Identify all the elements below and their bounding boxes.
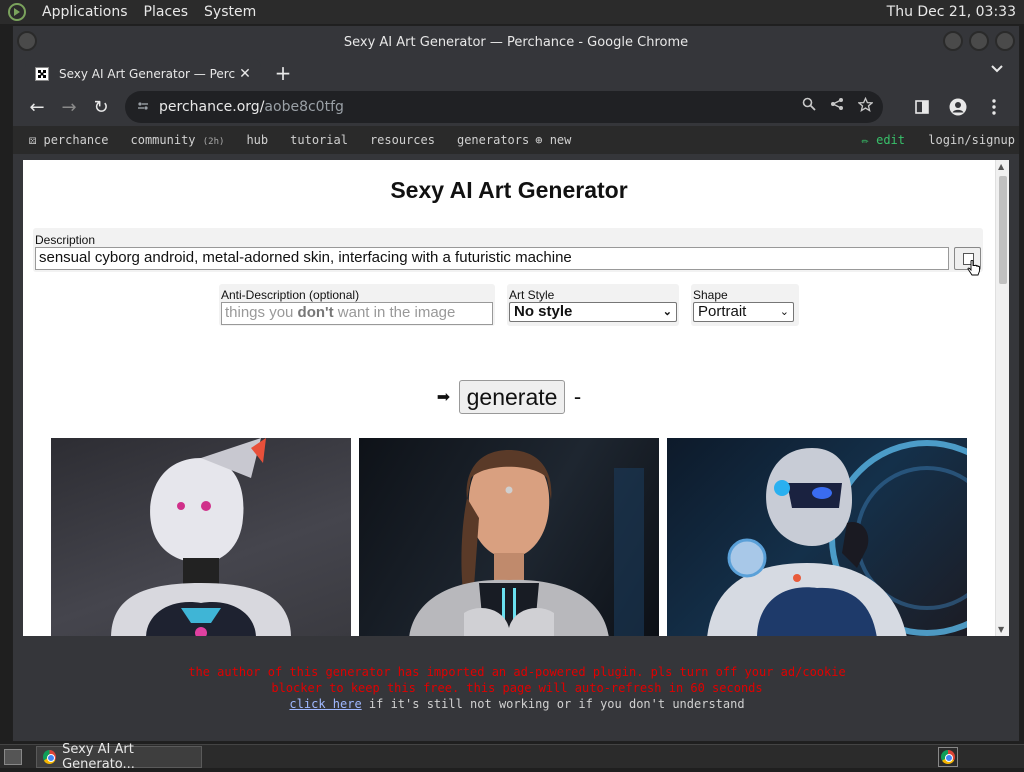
panel-clock[interactable]: Thu Dec 21, 03:33 — [883, 0, 1020, 24]
address-bar[interactable]: perchance.org/aobe8c0tfg — [125, 91, 883, 123]
nav-edit-label: edit — [876, 133, 905, 147]
window-titlebar[interactable]: Sexy AI Art Generator — Perchance - Goog… — [13, 26, 1019, 58]
browser-toolbar: ← → ↻ perchance.org/aobe8c0tfg — [13, 88, 1019, 126]
tab-close-icon[interactable]: ✕ — [235, 66, 255, 82]
minimize-button[interactable] — [943, 31, 963, 51]
generate-dash: - — [573, 384, 582, 409]
ad-warning-line-3: click here if it's still not working or … — [13, 696, 1021, 712]
chrome-icon — [43, 749, 57, 764]
shape-label: Shape — [693, 288, 728, 302]
ad-warning: the author of this generator has importe… — [13, 664, 1021, 712]
anti-description-section: Anti-Description (optional) things you d… — [219, 284, 495, 326]
system-menu[interactable]: System — [196, 4, 264, 20]
select-chevron-icon: ⌄ — [662, 306, 672, 318]
generate-row: ➡ generate - — [23, 380, 995, 414]
scroll-down-icon[interactable]: ▼ — [998, 625, 1004, 634]
community-badge: (2h) — [202, 137, 225, 147]
shape-section: Shape Portrait ⌄ — [691, 284, 799, 326]
nav-community-label: community — [130, 133, 196, 147]
window-title: Sexy AI Art Generator — Perchance - Goog… — [343, 34, 689, 50]
perchance-site-nav: ⚄ perchance community (2h) hub tutorial … — [13, 126, 1019, 154]
anti-placeholder-pre: things you — [225, 304, 298, 321]
tab-strip: Sexy AI Art Generator — Perchance ✕ + — [13, 58, 1019, 88]
description-input[interactable]: sensual cyborg android, metal-adorned sk… — [35, 247, 949, 270]
url-host: perchance.org/ — [159, 99, 265, 115]
top-panel: Applications Places System Thu Dec 21, 0… — [0, 0, 1024, 24]
places-menu[interactable]: Places — [136, 4, 197, 20]
applications-menu[interactable]: Applications — [34, 4, 136, 20]
anti-description-input[interactable]: things you don't want in the image — [221, 302, 493, 325]
art-style-section: Art Style No style ⌄ — [507, 284, 679, 326]
bottom-taskbar: Sexy AI Art Generato... — [0, 742, 1024, 772]
distro-logo-icon[interactable] — [6, 1, 28, 23]
browser-window: Sexy AI Art Generator — Perchance - Goog… — [12, 25, 1020, 742]
close-window-button[interactable] — [995, 31, 1015, 51]
maximize-button[interactable] — [969, 31, 989, 51]
anti-description-label: Anti-Description (optional) — [221, 288, 360, 302]
generate-button[interactable]: generate — [458, 380, 566, 414]
ad-warning-line-1: the author of this generator has importe… — [188, 665, 846, 679]
ad-warning-line-2: blocker to keep this free. this page wil… — [271, 681, 763, 695]
shape-select[interactable]: Portrait ⌄ — [693, 302, 794, 322]
zoom-icon[interactable] — [802, 97, 816, 116]
nav-resources[interactable]: resources — [370, 133, 435, 147]
pencil-icon: ✏ — [861, 133, 869, 147]
nav-home-label: perchance — [43, 133, 109, 147]
taskbar-chrome-task[interactable]: Sexy AI Art Generato... — [36, 742, 202, 772]
taskbar-task-label: Sexy AI Art Generato... — [62, 741, 135, 772]
page-title: Sexy AI Art Generator — [390, 177, 628, 203]
description-section: Description sensual cyborg android, meta… — [33, 228, 983, 276]
chrome-icon — [941, 750, 955, 764]
window-menu-button[interactable] — [17, 31, 37, 51]
hand-cursor-icon — [967, 260, 980, 276]
tab-title: Sexy AI Art Generator — Perchance — [59, 66, 235, 81]
page-content: Sexy AI Art Generator Description sensua… — [23, 160, 1009, 636]
generated-image-1[interactable] — [51, 438, 351, 636]
art-style-label: Art Style — [509, 288, 555, 302]
nav-hub[interactable]: hub — [246, 133, 268, 147]
nav-edit[interactable]: ✏ edit — [862, 133, 905, 147]
scroll-up-icon[interactable]: ▲ — [998, 162, 1004, 171]
nav-home[interactable]: ⚄ perchance — [29, 133, 109, 147]
generated-image-3[interactable] — [667, 438, 967, 636]
ad-warning-line-3-rest: if it's still not working or if you don'… — [361, 697, 745, 711]
reload-button[interactable]: ↻ — [85, 91, 117, 123]
arrow-right-icon: ➡ — [436, 389, 451, 406]
anti-placeholder-bold: don't — [297, 304, 334, 321]
select-chevron-icon: ⌄ — [779, 306, 789, 318]
show-desktop-icon[interactable] — [4, 748, 22, 765]
nav-new[interactable]: ⊕ new — [535, 133, 571, 147]
plus-circle-icon: ⊕ — [535, 133, 543, 147]
generated-image-2[interactable] — [359, 438, 659, 636]
anti-placeholder-post: want in the image — [333, 304, 456, 321]
nav-generators[interactable]: generators — [457, 133, 529, 147]
chrome-menu-icon[interactable] — [979, 91, 1009, 123]
perchance-favicon-icon — [35, 66, 49, 81]
description-label: Description — [35, 233, 96, 247]
nav-community[interactable]: community (2h) — [131, 133, 225, 147]
shape-value: Portrait — [698, 303, 747, 320]
forward-button[interactable]: → — [53, 91, 85, 123]
art-style-value: No style — [514, 303, 573, 320]
page-scrollbar[interactable]: ▲ ▼ — [995, 160, 1009, 636]
new-tab-button[interactable]: + — [271, 62, 295, 86]
tray-chrome-icon[interactable] — [938, 747, 958, 767]
url-path: aobe8c0tfg — [264, 99, 344, 115]
nav-new-label: new — [549, 133, 572, 147]
site-info-icon[interactable] — [137, 100, 149, 115]
scrollbar-thumb[interactable] — [999, 176, 1007, 284]
nav-login[interactable]: login/signup — [928, 133, 1015, 147]
tab-active[interactable]: Sexy AI Art Generator — Perchance ✕ — [25, 59, 261, 88]
share-icon[interactable] — [830, 97, 844, 116]
perchance-logo-icon: ⚄ — [29, 133, 37, 147]
back-button[interactable]: ← — [21, 91, 53, 123]
click-here-link[interactable]: click here — [289, 697, 361, 711]
side-panel-icon[interactable] — [907, 91, 937, 123]
tab-search-chevron-icon[interactable] — [991, 62, 1003, 77]
profile-icon[interactable] — [943, 91, 973, 123]
art-style-select[interactable]: No style ⌄ — [509, 302, 677, 322]
bookmark-star-icon[interactable] — [857, 96, 874, 116]
nav-tutorial[interactable]: tutorial — [290, 133, 348, 147]
